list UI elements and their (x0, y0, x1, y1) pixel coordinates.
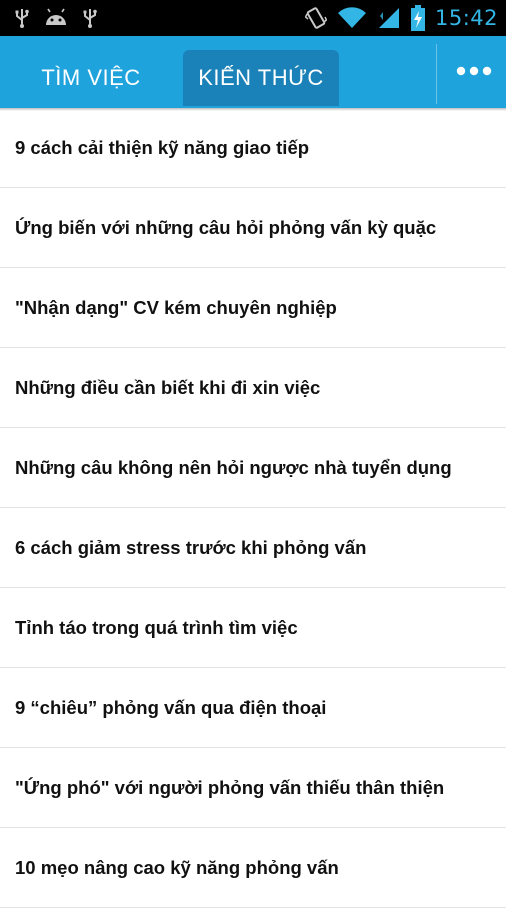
vibrate-icon (304, 6, 327, 30)
action-bar: TÌM VIỆC KIẾN THỨC (0, 36, 506, 108)
list-item[interactable]: Những điều cần biết khi đi xin việc (0, 348, 506, 428)
more-dots-icon (456, 63, 492, 81)
article-list: 9 cách cải thiện kỹ năng giao tiếp Ứng b… (0, 108, 506, 908)
overflow-menu-button[interactable] (442, 36, 506, 108)
list-item[interactable]: 9 “chiêu” phỏng vấn qua điện thoại (0, 668, 506, 748)
list-item[interactable]: 6 cách giảm stress trước khi phỏng vấn (0, 508, 506, 588)
article-title: Ứng biến với những câu hỏi phỏng vấn kỳ … (15, 216, 437, 238)
list-item[interactable]: Những câu không nên hỏi ngược nhà tuyển … (0, 428, 506, 508)
usb-icon (14, 8, 30, 28)
article-title: Những điều cần biết khi đi xin việc (15, 376, 321, 398)
tab-label: TÌM VIỆC (41, 65, 141, 90)
article-title: 10 mẹo nâng cao kỹ năng phỏng vấn (15, 856, 339, 878)
article-title: Những câu không nên hỏi ngược nhà tuyển … (15, 456, 452, 478)
usb-icon (82, 8, 98, 28)
system-icons: 15:42 (304, 4, 498, 32)
tab-label: KIẾN THỨC (198, 65, 324, 90)
wifi-icon (337, 6, 367, 30)
notification-icons (14, 6, 98, 30)
article-title: 9 cách cải thiện kỹ năng giao tiếp (15, 136, 310, 158)
article-title: "Ứng phó" với người phỏng vấn thiếu thân… (15, 776, 445, 798)
action-bar-shadow (0, 108, 506, 111)
list-item[interactable]: Ứng biến với những câu hỏi phỏng vấn kỳ … (0, 188, 506, 268)
article-title: 9 “chiêu” phỏng vấn qua điện thoại (15, 696, 327, 718)
list-item[interactable]: Tỉnh táo trong quá trình tìm việc (0, 588, 506, 668)
android-debug-icon (44, 8, 68, 28)
list-item[interactable]: 9 cách cải thiện kỹ năng giao tiếp (0, 108, 506, 188)
list-item[interactable]: "Nhận dạng" CV kém chuyên nghiệp (0, 268, 506, 348)
tab-knowledge[interactable]: KIẾN THỨC (183, 50, 339, 106)
article-title: Tỉnh táo trong quá trình tìm việc (15, 616, 298, 638)
tab-jobs[interactable]: TÌM VIỆC (16, 50, 166, 106)
article-title: 6 cách giảm stress trước khi phỏng vấn (15, 536, 367, 558)
status-bar: 15:42 (0, 0, 506, 36)
action-bar-divider (436, 44, 437, 104)
battery-charging-icon (410, 5, 425, 31)
list-item[interactable]: "Ứng phó" với người phỏng vấn thiếu thân… (0, 748, 506, 828)
signal-icon (377, 6, 401, 30)
clock: 15:42 (434, 6, 498, 30)
list-item[interactable]: 10 mẹo nâng cao kỹ năng phỏng vấn (0, 828, 506, 908)
article-title: "Nhận dạng" CV kém chuyên nghiệp (15, 296, 337, 318)
